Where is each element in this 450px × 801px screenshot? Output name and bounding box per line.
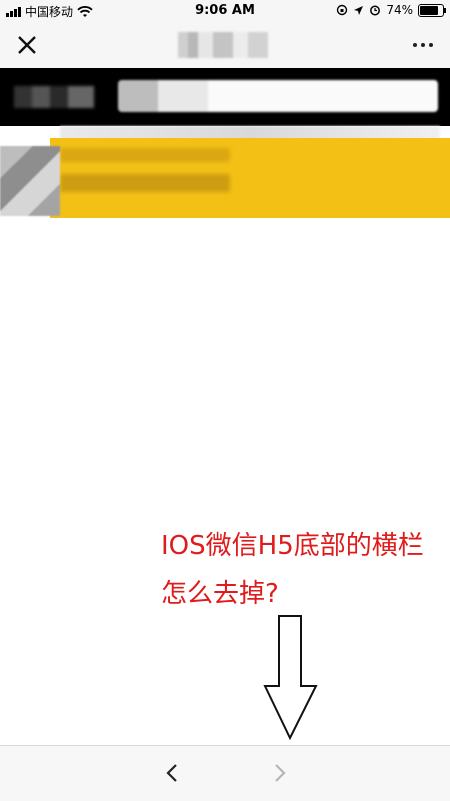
forward-button[interactable] xyxy=(266,760,292,786)
promo-banner-obscured xyxy=(0,126,450,226)
down-arrow-icon xyxy=(263,615,318,741)
chevron-left-icon xyxy=(166,764,177,782)
nav-bar xyxy=(0,22,450,68)
more-button[interactable] xyxy=(408,30,438,60)
alarm-icon xyxy=(370,5,381,16)
rotation-lock-icon xyxy=(337,4,348,16)
status-right: 74% xyxy=(336,3,446,17)
chevron-right-icon xyxy=(275,764,286,782)
annotation-text: IOS微信H5底部的横栏 怎么去掉? xyxy=(161,522,446,618)
more-icon xyxy=(413,43,417,47)
page-title-obscured xyxy=(178,32,268,58)
battery-percent: 74% xyxy=(386,3,413,17)
close-button[interactable] xyxy=(12,30,42,60)
close-icon xyxy=(18,36,36,54)
annotation-line-2: 怎么去掉? xyxy=(161,579,279,609)
site-logo-obscured xyxy=(14,86,94,108)
battery-icon xyxy=(418,3,446,17)
site-header-obscured xyxy=(0,68,450,126)
back-button[interactable] xyxy=(160,760,186,786)
annotation-line-1: IOS微信H5底部的横栏 xyxy=(161,531,424,561)
bottom-toolbar xyxy=(0,745,450,801)
location-icon xyxy=(354,5,364,15)
site-search-obscured xyxy=(118,80,438,112)
status-bar: 中国移动 9:06 AM 74% xyxy=(0,0,450,22)
